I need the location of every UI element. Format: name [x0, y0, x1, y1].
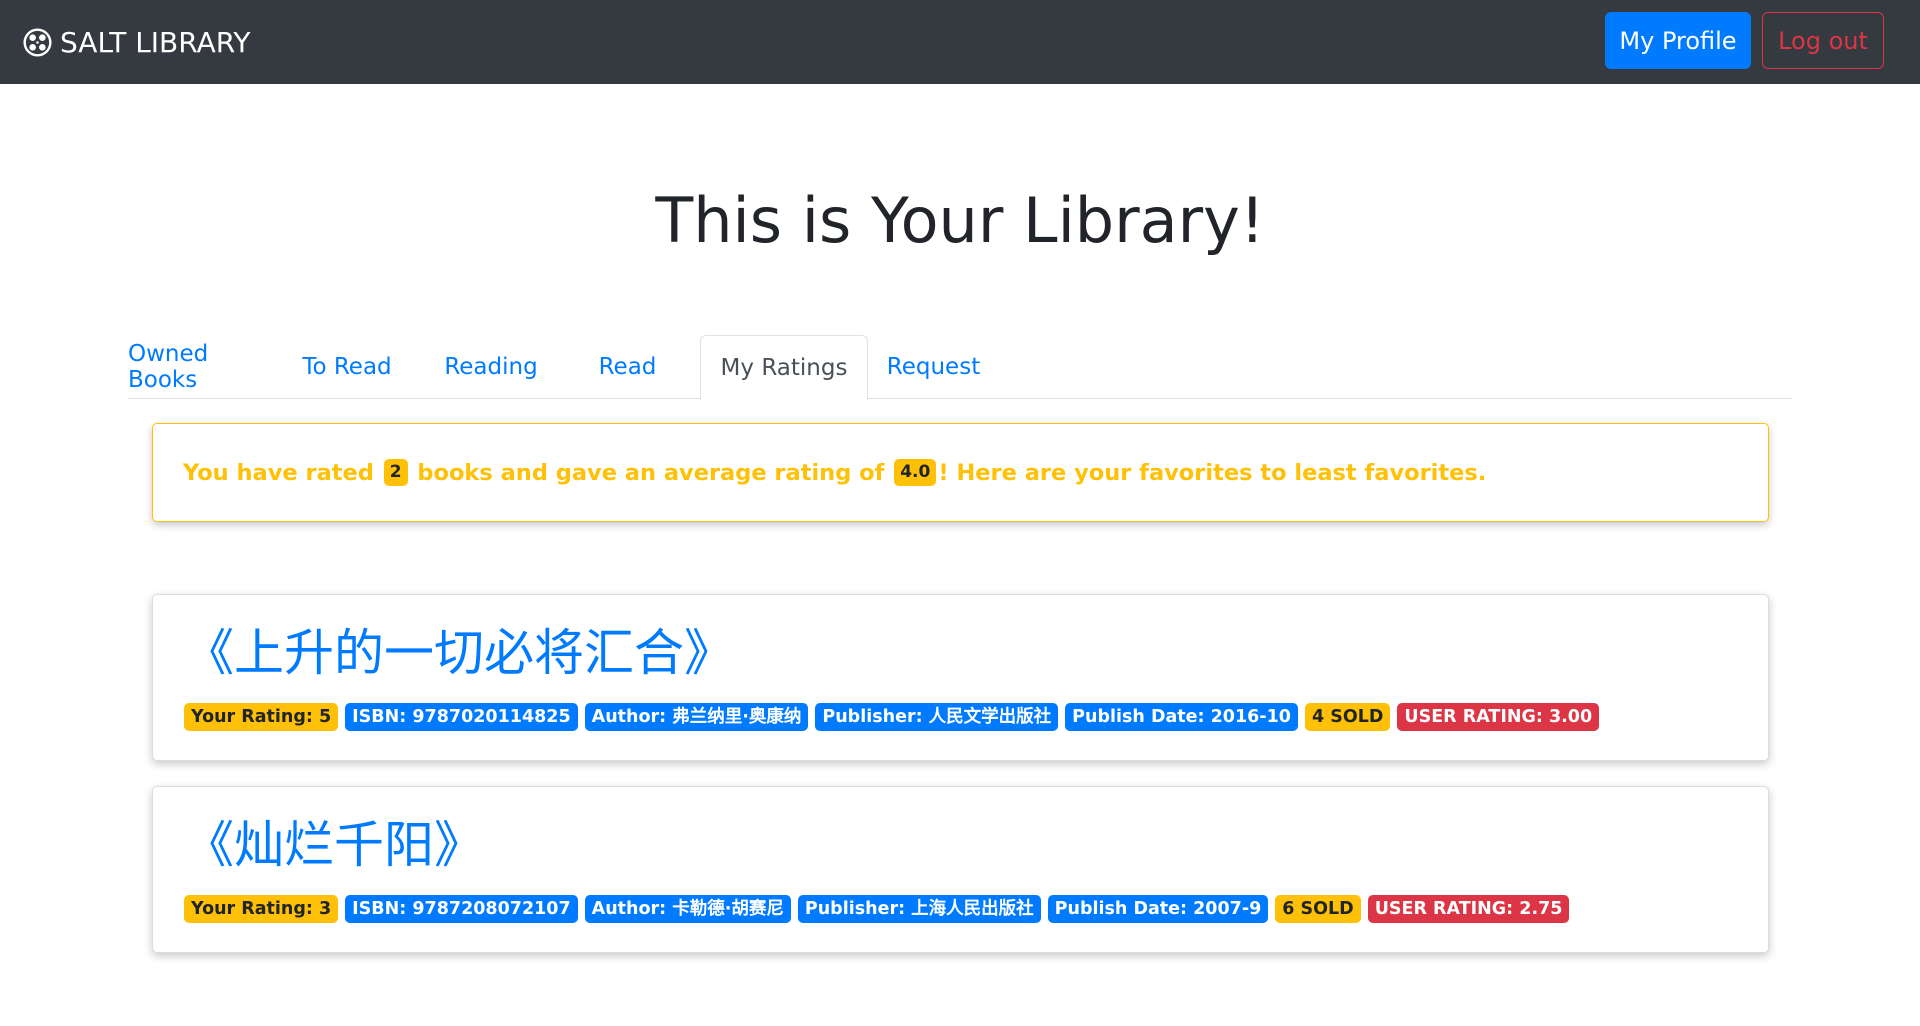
- tab-read[interactable]: Read: [568, 335, 687, 399]
- summary-text-start: You have rated: [183, 459, 382, 486]
- publish-date-badge: Publish Date: 2016-10: [1065, 703, 1298, 731]
- sold-label: SOLD: [1330, 707, 1384, 727]
- book-badges: Your Rating: 5 ISBN: 9787020114825 Autho…: [184, 703, 1600, 731]
- brand-link[interactable]: SALT LIBRARY: [22, 24, 251, 60]
- logout-button[interactable]: Log out: [1762, 12, 1884, 69]
- summary-text-middle: books and gave an average rating of: [409, 459, 893, 486]
- tab-my-ratings[interactable]: My Ratings: [700, 335, 868, 400]
- rated-count-badge: 2: [383, 459, 408, 486]
- sold-label: SOLD: [1300, 899, 1354, 919]
- user-rating-label: USER RATING:: [1404, 707, 1543, 727]
- page-title: This is Your Library!: [655, 184, 1265, 257]
- sold-count: 6: [1282, 899, 1295, 919]
- average-rating-badge: 4.0: [894, 459, 937, 486]
- book-card: 《上升的一切必将汇合》 Your Rating: 5 ISBN: 9787020…: [152, 594, 1769, 761]
- tab-reading[interactable]: Reading: [414, 335, 568, 399]
- user-rating-badge: USER RATING: 3.00: [1397, 703, 1600, 731]
- summary-text-end: ! Here are your favorites to least favor…: [938, 459, 1487, 486]
- my-profile-button[interactable]: My Profile: [1605, 12, 1751, 69]
- book-title-link[interactable]: 《上升的一切必将汇合》: [184, 623, 734, 683]
- publish-date-badge: Publish Date: 2007-9: [1047, 895, 1269, 923]
- author-badge: Author: 卡勒德·胡赛尼: [584, 895, 791, 923]
- user-rating-badge: USER RATING: 2.75: [1367, 895, 1570, 923]
- library-tabs: Owned Books To Read Reading Read My Rati…: [128, 335, 1792, 400]
- film-reel-icon: [23, 27, 52, 57]
- brand-name: SALT LIBRARY: [60, 25, 251, 59]
- user-rating-label: USER RATING:: [1374, 899, 1514, 919]
- user-rating-value: 3.00: [1548, 707, 1593, 727]
- book-card: 《灿烂千阳》 Your Rating: 3 ISBN: 978720807210…: [152, 786, 1769, 953]
- isbn-badge: ISBN: 9787208072107: [345, 895, 578, 923]
- publisher-badge: Publisher: 人民文学出版社: [815, 703, 1059, 731]
- sold-badge: 6 SOLD: [1275, 895, 1361, 923]
- isbn-badge: ISBN: 9787020114825: [345, 703, 578, 731]
- sold-count: 4: [1311, 707, 1325, 727]
- publisher-badge: Publisher: 上海人民出版社: [797, 895, 1041, 923]
- book-title-link[interactable]: 《灿烂千阳》: [184, 815, 484, 875]
- author-badge: Author: 弗兰纳里·奥康纳: [584, 703, 809, 731]
- tab-to-read[interactable]: To Read: [280, 335, 414, 399]
- tab-request[interactable]: Request: [868, 335, 999, 399]
- your-rating-badge: Your Rating: 5: [184, 703, 339, 731]
- book-badges: Your Rating: 3 ISBN: 9787208072107 Autho…: [184, 895, 1570, 923]
- top-navbar: SALT LIBRARY My Profile Log out: [0, 0, 1920, 84]
- your-rating-badge: Your Rating: 3: [184, 895, 339, 923]
- rating-summary-alert: You have rated 2 books and gave an avera…: [152, 423, 1769, 522]
- tab-owned-books[interactable]: Owned Books: [128, 335, 280, 399]
- user-rating-value: 2.75: [1519, 899, 1563, 919]
- sold-badge: 4 SOLD: [1304, 703, 1391, 731]
